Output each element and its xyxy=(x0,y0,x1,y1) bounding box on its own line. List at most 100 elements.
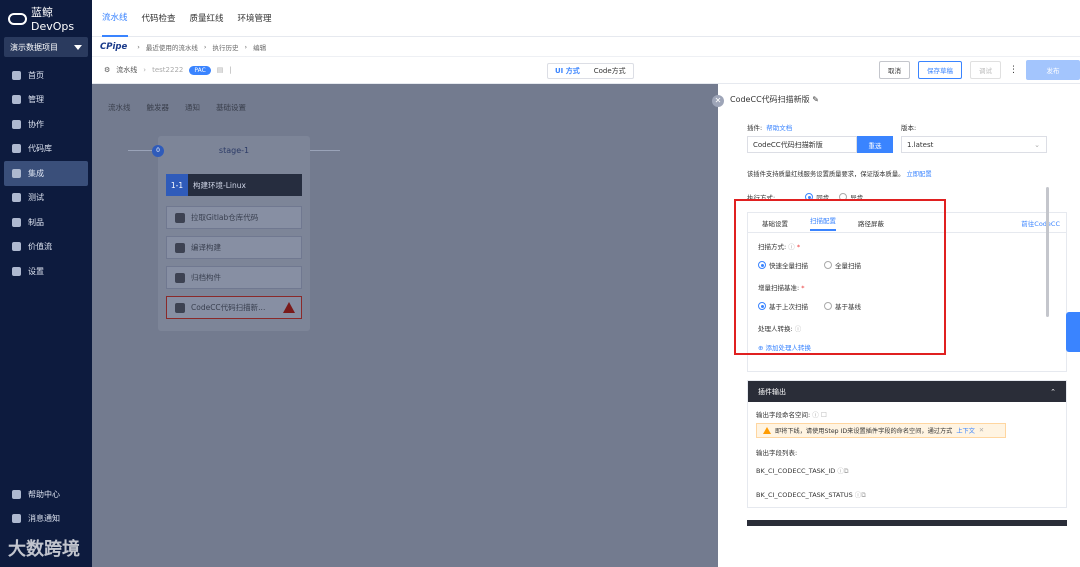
value-stream-icon xyxy=(12,242,21,252)
task-gitlab[interactable]: 拉取Gitlab仓库代码 xyxy=(166,206,302,229)
highlight-box xyxy=(734,199,946,355)
canvas-tabs: 流水线 触发器 通知 基础设置 xyxy=(108,102,246,117)
tag-icon[interactable]: ▤ xyxy=(217,66,224,74)
publish-button[interactable]: 发布 xyxy=(1026,60,1080,80)
task-archive[interactable]: 归档构件 xyxy=(166,266,302,289)
breadcrumb: CPipe › 最近使用的流水线 › 执行历史 › 编辑 xyxy=(92,37,1080,57)
watermark: 大数跨境 xyxy=(8,539,80,560)
chevron-right-icon: › xyxy=(137,42,140,51)
home-icon xyxy=(12,70,21,80)
integration-icon xyxy=(12,168,21,178)
chevron-right-icon: › xyxy=(143,66,147,74)
task-label: 编译构建 xyxy=(191,243,221,252)
toolbar-actions: 取消 保存草稿 调试 ⋮ 发布 xyxy=(879,60,1080,80)
version-value: 1.latest xyxy=(907,140,934,149)
tab-quality-gate[interactable]: 质量红线 xyxy=(190,0,224,37)
save-draft-button[interactable]: 保存草稿 xyxy=(918,61,962,79)
info-icon: ⓘ xyxy=(812,411,819,419)
checkbox-icon[interactable]: ☐ xyxy=(821,411,827,419)
grid-icon xyxy=(12,95,21,105)
deprecation-notice: 即将下线，请使用Step ID来设置插件字段的命名空间，通过方式 上下文 ✕ xyxy=(756,423,1006,438)
version-select[interactable]: 1.latest ⌄ xyxy=(901,136,1047,153)
goto-codecc-link[interactable]: 前往CodeCC xyxy=(1021,218,1066,228)
mode-ui-button[interactable]: UI 方式 xyxy=(548,64,587,78)
tab-trigger[interactable]: 触发器 xyxy=(147,102,170,117)
tab-basic-settings[interactable]: 基础设置 xyxy=(216,102,246,117)
sidebar-item-test[interactable]: 测试 xyxy=(0,186,92,211)
edit-icon[interactable]: ✎ xyxy=(812,95,819,104)
plugin-output-section: 插件输出 ⌃ 输出字段命名空间: ⓘ ☐ 即将下线，请使用Step ID来设置插… xyxy=(747,380,1067,508)
sidebar-item-home[interactable]: 首页 xyxy=(0,63,92,88)
project-name: 演示数据项目 xyxy=(10,42,58,52)
tab-pipeline[interactable]: 流水线 xyxy=(102,0,128,37)
repo-icon xyxy=(12,144,21,154)
stage-card[interactable]: 0 stage-1 1-1 构建环境-Linux 拉取Gitlab仓库代码 编译… xyxy=(152,136,310,331)
sidebar-item-collab[interactable]: 协作 xyxy=(0,112,92,137)
tab-notify[interactable]: 通知 xyxy=(185,102,200,117)
side-tab[interactable] xyxy=(1066,312,1080,352)
project-select[interactable]: 演示数据项目 xyxy=(4,37,88,57)
close-icon[interactable]: ✕ xyxy=(979,427,984,434)
cpipe-logo[interactable]: CPipe xyxy=(100,42,127,52)
connector-line xyxy=(310,150,340,151)
context-link[interactable]: 上下文 xyxy=(956,426,975,435)
breadcrumb-recent[interactable]: 最近使用的流水线 xyxy=(146,42,198,52)
breadcrumb-history[interactable]: 执行历史 xyxy=(212,42,238,52)
sidebar-nav: 首页 管理 协作 代码库 集成 测试 制品 价值流 设置 xyxy=(0,63,92,284)
cancel-button[interactable]: 取消 xyxy=(879,61,910,79)
chevron-down-icon xyxy=(74,44,82,50)
copy-icon[interactable]: ⓘ⧉ xyxy=(855,491,866,499)
task-codecc[interactable]: CodeCC代码扫描新... xyxy=(166,296,302,319)
mode-code-button[interactable]: Code方式 xyxy=(587,64,633,78)
tab-environment[interactable]: 环境管理 xyxy=(238,0,272,37)
panel-title: CodeCC代码扫描新版 ✎ xyxy=(730,94,819,105)
sidebar-item-manage[interactable]: 管理 xyxy=(0,88,92,113)
scrollbar[interactable] xyxy=(1046,187,1049,317)
notice-text: 即将下线，请使用Step ID来设置插件字段的命名空间，通过方式 xyxy=(775,428,953,435)
artifact-icon xyxy=(12,217,21,227)
top-nav: 流水线 代码检查 质量红线 环境管理 xyxy=(92,0,1080,37)
chevron-down-icon: ⌄ xyxy=(1034,140,1040,149)
pipeline-canvas: 流水线 触发器 通知 基础设置 0 stage-1 1-1 构建环境-Linux… xyxy=(92,84,718,567)
tab-code-check[interactable]: 代码检查 xyxy=(142,0,176,37)
plugin-label: 插件: xyxy=(747,124,763,132)
sidebar-item-label: 代码库 xyxy=(28,144,52,154)
test-icon xyxy=(12,193,21,203)
copy-icon[interactable]: ⓘ⧉ xyxy=(837,467,848,475)
help-center[interactable]: 帮助中心 xyxy=(0,482,92,507)
gear-icon xyxy=(12,266,21,276)
collapsed-section[interactable] xyxy=(747,520,1067,526)
quality-config-link[interactable]: 立即配置 xyxy=(906,171,931,178)
brand-logo[interactable]: 蓝鲸DevOps xyxy=(0,0,92,37)
reselect-button[interactable]: 重选 xyxy=(857,136,893,153)
sidebar-item-artifact[interactable]: 制品 xyxy=(0,210,92,235)
plugin-name-field: CodeCC代码扫描新版 xyxy=(747,136,857,153)
help-doc-link[interactable]: 帮助文档 xyxy=(766,122,792,132)
sidebar-item-value-stream[interactable]: 价值流 xyxy=(0,235,92,260)
sidebar-item-label: 协作 xyxy=(28,119,44,129)
pipeline-name: test2222 xyxy=(152,66,184,74)
more-icon[interactable]: ⋮ xyxy=(1009,65,1018,75)
job-header[interactable]: 1-1 构建环境-Linux xyxy=(166,174,302,196)
collab-icon xyxy=(12,119,21,129)
notifications[interactable]: 消息通知 xyxy=(0,507,92,532)
breadcrumb-edit: 编辑 xyxy=(253,43,267,52)
sidebar-item-settings[interactable]: 设置 xyxy=(0,259,92,284)
namespace-label-text: 输出字段命名空间: xyxy=(756,411,811,419)
sidebar-item-repo[interactable]: 代码库 xyxy=(0,137,92,162)
output-field: BK_CI_CODECC_TASK_ID ⓘ⧉ xyxy=(756,465,1058,476)
notify-label: 消息通知 xyxy=(28,514,60,524)
warning-icon xyxy=(763,427,771,434)
pipeline-link[interactable]: 流水线 xyxy=(116,65,137,75)
mode-switch: UI 方式 Code方式 xyxy=(547,63,634,79)
debug-button[interactable]: 调试 xyxy=(970,61,1001,79)
job-title: 构建环境-Linux xyxy=(193,180,246,190)
help-icon xyxy=(12,489,21,499)
sidebar-item-integration[interactable]: 集成 xyxy=(4,161,88,186)
tab-pipeline-canvas[interactable]: 流水线 xyxy=(108,102,131,117)
task-label: 归档构件 xyxy=(191,273,221,282)
close-icon[interactable]: ✕ xyxy=(712,95,724,107)
output-header[interactable]: 插件输出 ⌃ xyxy=(748,381,1066,402)
task-build[interactable]: 编译构建 xyxy=(166,236,302,259)
quality-note-text: 该插件支持质量红线服务设置质量要求，保证版本质量。 xyxy=(747,171,905,178)
